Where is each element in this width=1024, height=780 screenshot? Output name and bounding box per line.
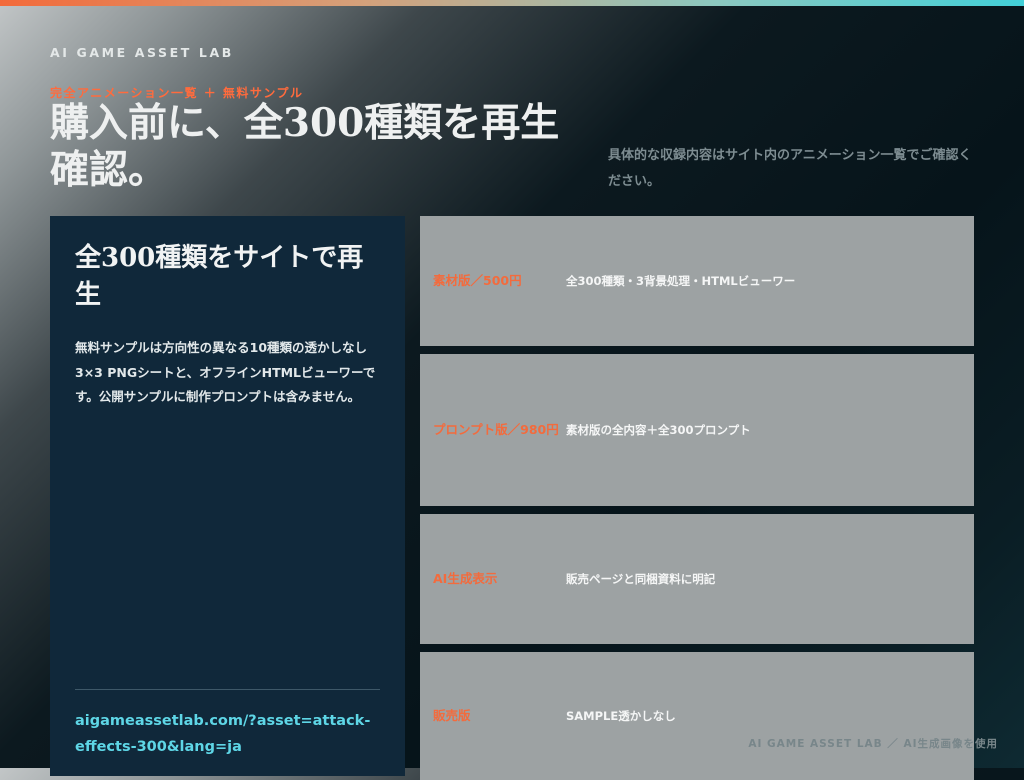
feature-label: AI生成表示 [433, 571, 498, 586]
feature-value: 販売ページと同梱資料に明記 [566, 572, 716, 586]
feature-card-prompt: プロンプト版／980円 素材版の全内容＋全300プロンプト [420, 354, 974, 506]
feature-label: 素材版／500円 [433, 273, 522, 288]
top-gradient-bar [0, 0, 1024, 6]
brand-logo-text: AI GAME ASSET LAB [50, 45, 234, 60]
hero-eyebrow: 完全アニメーション一覧 ＋ 無料サンプル [50, 86, 304, 100]
panel-divider [75, 689, 380, 690]
panel-description: 無料サンプルは方向性の異なる10種類の透かしなし3×3 PNGシートと、オフライ… [75, 340, 376, 404]
panel-title: 全300種類をサイトで再生 [75, 243, 364, 310]
feature-label: 販売版 [433, 708, 471, 723]
feature-card-material: 素材版／500円 全300種類・3背景処理・HTMLビューワー [420, 216, 974, 346]
hero-intro-text: 具体的な収録内容はサイト内のアニメーション一覧でご確認ください。 [608, 148, 972, 189]
feature-value: 全300種類・3背景処理・HTMLビューワー [566, 274, 796, 288]
feature-label: プロンプト版／980円 [433, 422, 559, 437]
asset-page-link[interactable]: aigameassetlab.com/?asset=attack-effects… [75, 708, 375, 760]
page-title: 購入前に、全300種類を再生確認。 [50, 100, 560, 193]
feature-value: 素材版の全内容＋全300プロンプト [566, 423, 751, 437]
sample-info-panel: 全300種類をサイトで再生 無料サンプルは方向性の異なる10種類の透かしなし3×… [50, 216, 405, 776]
feature-card-retail: 販売版 SAMPLE透かしなし [420, 652, 974, 780]
feature-value: SAMPLE透かしなし [566, 709, 676, 723]
feature-card-ai-disclosure: AI生成表示 販売ページと同梱資料に明記 [420, 514, 974, 644]
footer-credit: AI GAME ASSET LAB ／ AI生成画像を使用 [748, 738, 998, 750]
